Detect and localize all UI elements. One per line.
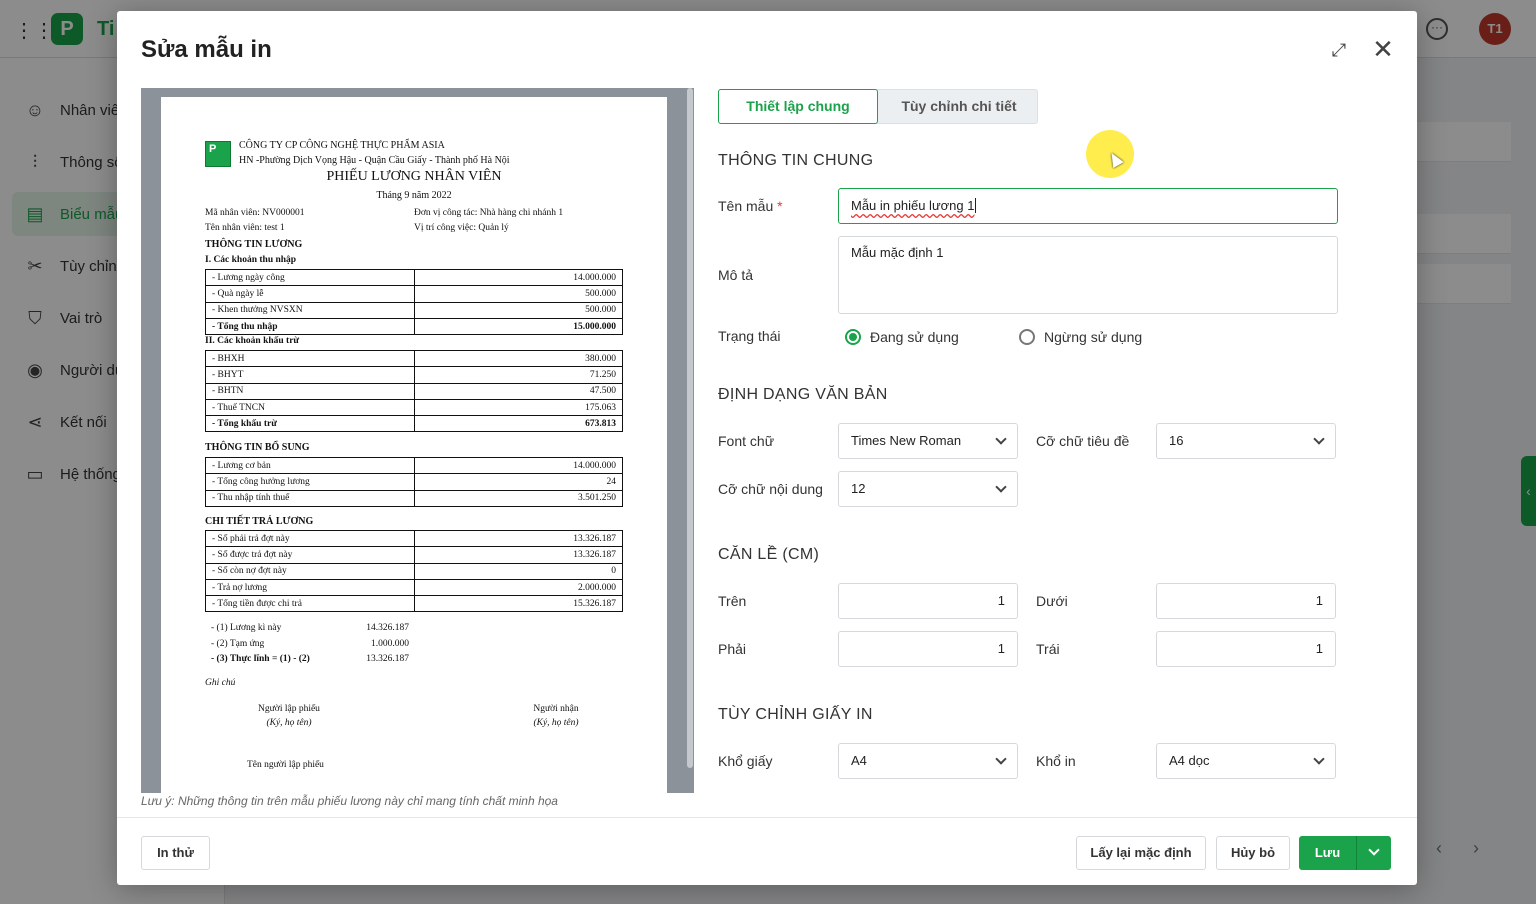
template-name-label: Tên mẫu *: [718, 198, 783, 214]
table-row: - BHTN 47.500: [205, 382, 623, 400]
company-name: CÔNG TY CP CÔNG NGHỆ THỰC PHẨM ASIA: [239, 140, 445, 151]
chevron-down-icon: [1313, 753, 1325, 765]
table-row: - Tổng thu nhập 15.000.000: [205, 317, 623, 336]
table-row: - Tổng khấu trừ 673.813: [205, 415, 623, 433]
margins-heading: CĂN LỀ (CM): [718, 546, 820, 563]
orientation-select[interactable]: A4 dọc: [1156, 743, 1336, 779]
text-format-heading: ĐỊNH DẠNG VĂN BẢN: [718, 386, 888, 403]
general-info-heading: THÔNG TIN CHUNG: [718, 152, 874, 169]
table-row: - Lương cơ bản 14.000.000: [205, 456, 623, 475]
table-row: - Trả nợ lương 2.000.000: [205, 578, 623, 597]
font-select[interactable]: Times New Roman: [838, 423, 1018, 459]
paper-settings-heading: TÙY CHỈNH GIẤY IN: [718, 706, 873, 723]
chevron-down-icon: [995, 753, 1007, 765]
section-deductions: II. Các khoản khấu trừ: [205, 336, 300, 346]
signer-block: Người lập phiếu (Ký, họ tên): [258, 704, 320, 728]
status-inactive-radio[interactable]: [1019, 329, 1035, 345]
preview-note: Lưu ý: Những thông tin trên mẫu phiếu lư…: [141, 794, 558, 808]
extra-table: - Lương cơ bản 14.000.000 - Tổng công hưở…: [205, 456, 623, 507]
payslip-note: Ghi chú: [205, 678, 236, 688]
margin-bottom-label: Dưới: [1036, 593, 1068, 609]
section-payment: CHI TIẾT TRẢ LƯƠNG: [205, 516, 314, 527]
body-size-select[interactable]: 12: [838, 471, 1018, 507]
section-extra: THÔNG TIN BỔ SUNG: [205, 442, 310, 453]
payment-table: - Số phải trả đợt này 13.326.187 - Số đượ…: [205, 529, 623, 613]
table-row: - Thuế TNCN 175.063: [205, 398, 623, 417]
margin-bottom-input[interactable]: 1: [1156, 583, 1336, 619]
section-income: I. Các khoản thu nhập: [205, 255, 297, 265]
close-icon[interactable]: ✕: [1371, 36, 1395, 62]
template-preview[interactable]: CÔNG TY CP CÔNG NGHỆ THỰC PHẨM ASIA HN -…: [141, 88, 694, 793]
job-position: Vị trí công việc: Quản lý: [414, 223, 509, 233]
sum-net-label: - (3) Thực lĩnh = (1) - (2): [211, 654, 310, 664]
margin-right-input[interactable]: 1: [838, 631, 1018, 667]
company-logo: [205, 141, 231, 167]
paper-size-label: Khổ giấy: [718, 753, 773, 769]
template-name-input[interactable]: Mẫu in phiếu lương 1: [838, 188, 1338, 224]
title-size-label: Cỡ chữ tiêu đề: [1036, 433, 1130, 449]
status-active-radio[interactable]: [845, 329, 861, 345]
table-row: - Số phải trả đợt này 13.326.187: [205, 529, 623, 548]
chevron-down-icon: [1368, 844, 1380, 856]
payslip-title: PHIẾU LƯƠNG NHÂN VIÊN: [326, 169, 502, 184]
margin-right-label: Phải: [718, 641, 747, 657]
margin-top-label: Trên: [718, 593, 747, 609]
payslip-page: CÔNG TY CP CÔNG NGHỆ THỰC PHẨM ASIA HN -…: [161, 97, 667, 793]
sum-salary-label: - (1) Lương kì này: [211, 623, 282, 633]
edit-template-dialog: Sửa mẫu in ⤢ ✕ CÔNG TY CP CÔNG NGHỆ THỰC…: [117, 11, 1417, 885]
preview-scrollbar[interactable]: [687, 88, 693, 768]
reset-default-button[interactable]: Lấy lại mặc định: [1076, 836, 1206, 870]
table-row: - BHYT 71.250: [205, 366, 623, 384]
print-test-button[interactable]: In thử: [141, 836, 210, 870]
sum-advance-label: - (2) Tạm ứng: [211, 639, 265, 649]
tab-detail-customize[interactable]: Tùy chỉnh chi tiết: [879, 90, 1039, 123]
deductions-table: - BHXH 380.000 - BHYT 71.250 - BHTN 47.500 …: [205, 349, 623, 433]
description-label: Mô tả: [718, 267, 754, 283]
chevron-down-icon: [995, 433, 1007, 445]
font-label: Font chữ: [718, 433, 775, 449]
company-address: HN -Phường Dịch Vọng Hậu - Quận Cầu Giấy…: [239, 155, 510, 166]
table-row: - Số được trả đợt này 13.326.187: [205, 546, 623, 564]
status-active-label[interactable]: Đang sử dụng: [870, 329, 959, 345]
status-label: Trạng thái: [718, 328, 781, 344]
table-row: - Tổng công hưởng lương 24: [205, 473, 623, 491]
table-row: - Số còn nợ đợt này 0: [205, 562, 623, 580]
employee-name: Tên nhân viên: test 1: [205, 223, 285, 233]
table-row: - BHXH 380.000: [205, 349, 623, 368]
receiver-block: Người nhận (Ký, họ tên): [533, 704, 579, 728]
save-button[interactable]: Lưu: [1299, 836, 1356, 870]
table-row: - Tổng tiền được chi trả 15.326.187: [205, 595, 623, 613]
table-row: - Khen thưởng NVSXN 500.000: [205, 301, 623, 319]
save-options-button[interactable]: [1356, 836, 1391, 870]
sum-salary-value: 14.326.187: [366, 623, 409, 633]
cancel-button[interactable]: Hủy bỏ: [1216, 836, 1290, 870]
dialog-title: Sửa mẫu in: [141, 36, 272, 63]
employee-code: Mã nhân viên: NV000001: [205, 208, 305, 218]
margin-left-label: Trái: [1036, 641, 1060, 657]
work-unit: Đơn vị công tác: Nhà hàng chi nhánh 1: [414, 208, 564, 218]
chevron-down-icon: [995, 481, 1007, 493]
expand-icon[interactable]: ⤢: [1329, 40, 1349, 60]
table-row: - Quà ngày lễ 500.000: [205, 285, 623, 303]
margin-left-input[interactable]: 1: [1156, 631, 1336, 667]
margin-top-input[interactable]: 1: [838, 583, 1018, 619]
description-textarea[interactable]: Mẫu mặc định 1: [838, 236, 1338, 314]
income-table: - Lương ngày công 14.000.000 - Quà ngày l…: [205, 268, 623, 336]
section-salary: THÔNG TIN LƯƠNG: [205, 239, 303, 250]
orientation-label: Khổ in: [1036, 753, 1076, 769]
signer-name: Tên người lập phiếu: [247, 760, 324, 770]
chevron-down-icon: [1313, 433, 1325, 445]
payslip-month: Tháng 9 năm 2022: [376, 190, 452, 201]
status-inactive-label[interactable]: Ngừng sử dụng: [1044, 329, 1142, 345]
table-row: - Thu nhập tính thuế 3.501.250: [205, 489, 623, 507]
settings-tabs: Thiết lập chung Tùy chỉnh chi tiết: [718, 89, 1038, 124]
sum-net-value: 13.326.187: [366, 654, 409, 664]
title-size-select[interactable]: 16: [1156, 423, 1336, 459]
body-size-label: Cỡ chữ nội dung: [718, 481, 823, 497]
tab-general-settings[interactable]: Thiết lập chung: [718, 89, 878, 124]
paper-size-select[interactable]: A4: [838, 743, 1018, 779]
dialog-footer: In thử Lấy lại mặc định Hủy bỏ Lưu: [117, 817, 1417, 885]
sum-advance-value: 1.000.000: [371, 639, 409, 649]
table-row: - Lương ngày công 14.000.000: [205, 268, 623, 287]
